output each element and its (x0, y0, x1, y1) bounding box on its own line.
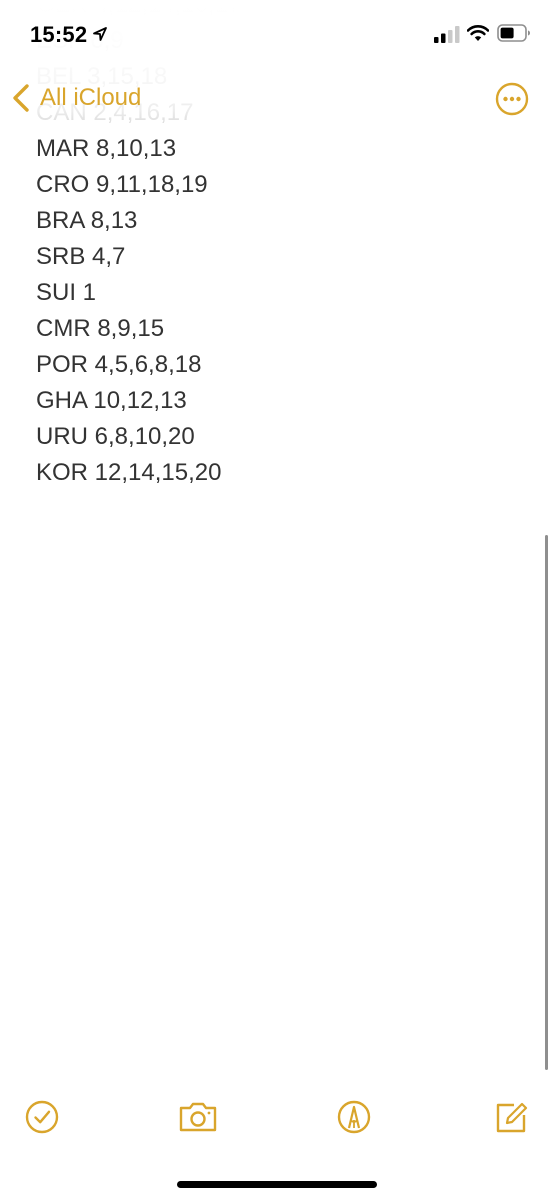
note-body[interactable]: GER 4,12,14,16,17 ESP 6,9 BEL 3,15,18 CA… (36, 0, 241, 491)
cellular-signal-icon (434, 26, 460, 43)
status-bar: 15:52 (0, 0, 554, 66)
bottom-toolbar (0, 1095, 554, 1141)
note-line: CRO 9,11,18,19 (36, 171, 208, 198)
note-line: POR 4,5,6,8,18 (36, 351, 202, 378)
note-line: MAR 8,10,13 (36, 135, 177, 162)
note-line: KOR 12,14,15,20 (36, 459, 222, 486)
home-indicator[interactable] (177, 1181, 377, 1188)
location-arrow-icon (93, 27, 107, 41)
chevron-left-icon (13, 84, 29, 112)
more-options-button[interactable] (495, 82, 529, 116)
note-line: URU 6,8,10,20 (36, 423, 195, 450)
wifi-icon (467, 25, 489, 41)
checklist-button[interactable] (24, 1095, 64, 1139)
note-line: SRB 4,7 (36, 243, 126, 270)
status-time: 15:52 (30, 22, 88, 47)
back-button[interactable]: All iCloud (10, 80, 141, 116)
checklist-icon (25, 1100, 59, 1134)
scroll-indicator[interactable] (545, 535, 548, 1070)
camera-button[interactable] (178, 1095, 218, 1139)
back-button-label: All iCloud (40, 84, 142, 111)
camera-icon (179, 1102, 217, 1132)
ellipsis-circle-icon (495, 82, 529, 116)
note-line: CMR 8,9,15 (36, 315, 165, 342)
compose-icon (496, 1102, 528, 1133)
note-line: SUI 1 (36, 279, 97, 306)
markup-pen-icon (337, 1100, 371, 1134)
note-line: BRA 8,13 (36, 207, 138, 234)
note-line: GHA 10,12,13 (36, 387, 187, 414)
battery-icon (497, 24, 530, 42)
markup-button[interactable] (335, 1095, 375, 1139)
compose-button[interactable] (492, 1095, 532, 1139)
